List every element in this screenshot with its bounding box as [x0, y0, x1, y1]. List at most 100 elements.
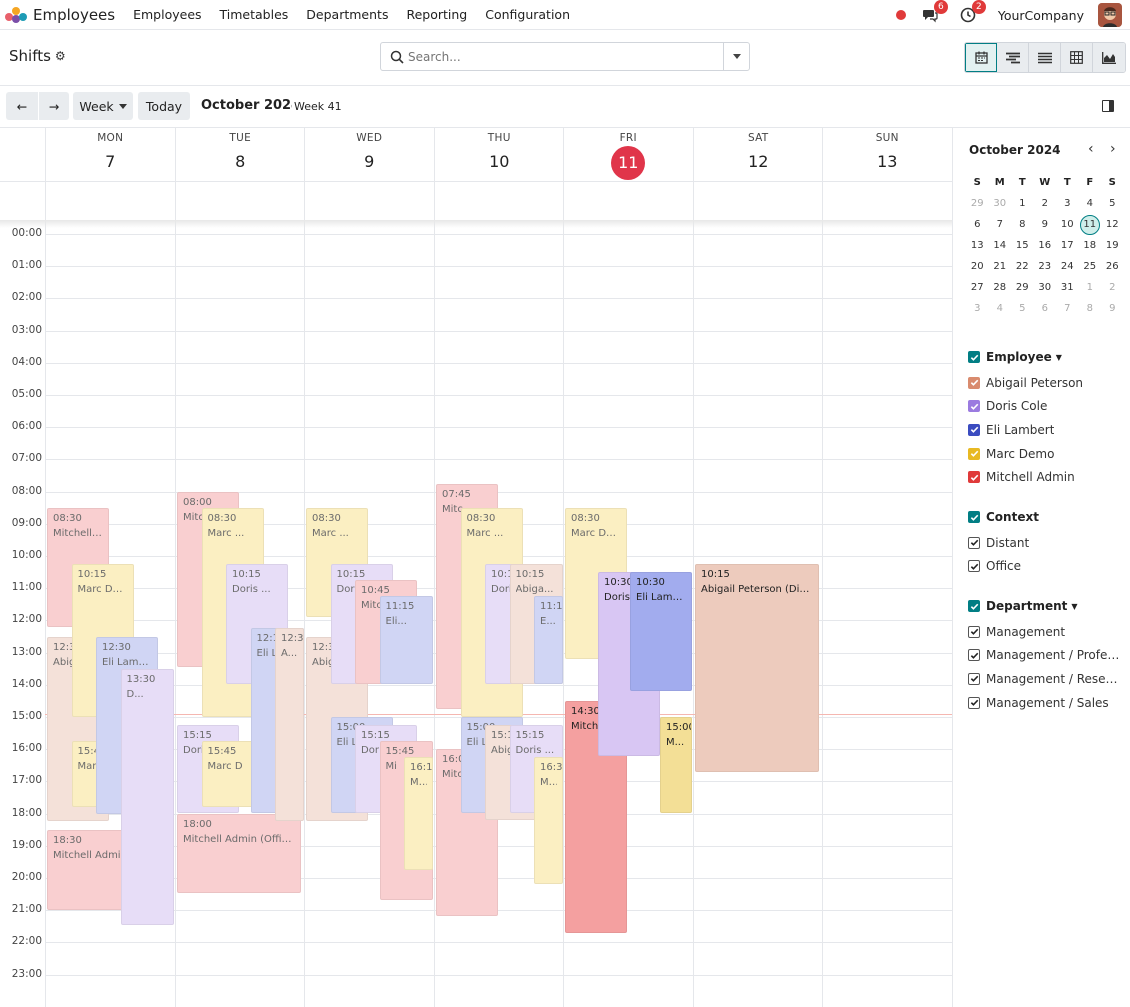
- menu-configuration[interactable]: Configuration: [485, 7, 570, 22]
- mini-calendar-day[interactable]: 15: [1011, 240, 1034, 251]
- search-options-toggle[interactable]: [723, 43, 749, 70]
- mini-calendar-day[interactable]: 29: [1011, 282, 1034, 293]
- mini-calendar-day[interactable]: 30: [989, 198, 1012, 209]
- search-input[interactable]: [404, 43, 723, 70]
- caret-down-icon[interactable]: ▼: [1071, 602, 1077, 611]
- filter-item[interactable]: Management / Profes...: [968, 644, 1128, 668]
- mini-calendar-prev-icon[interactable]: ‹: [1088, 141, 1094, 157]
- day-header[interactable]: SUN 13: [822, 128, 952, 220]
- checkbox-checked-icon[interactable]: [968, 423, 980, 436]
- view-list-button[interactable]: [1029, 43, 1061, 72]
- mini-calendar-day[interactable]: 10: [1056, 219, 1079, 230]
- week-calendar-grid[interactable]: MON 7 TUE 8 WED 9 THU 10 FRI 11 SAT 12 SUN 13 00:00 01:…: [0, 128, 953, 1007]
- filter-item[interactable]: Abigail Peterson: [968, 371, 1128, 395]
- chat-icon[interactable]: 6: [922, 0, 948, 23]
- mini-calendar-day[interactable]: 1: [1079, 282, 1102, 293]
- mini-calendar-day[interactable]: 3: [966, 303, 989, 314]
- day-header[interactable]: TUE 8: [175, 128, 305, 220]
- shift-event[interactable]: 11:15 E...: [534, 596, 563, 684]
- mini-calendar-day[interactable]: 6: [1034, 303, 1057, 314]
- activity-clock-icon[interactable]: 2: [960, 0, 986, 23]
- checkbox-checked-icon[interactable]: [968, 447, 980, 460]
- checkbox-checked-icon[interactable]: [968, 511, 980, 523]
- day-header[interactable]: SAT 12: [693, 128, 823, 220]
- filter-item[interactable]: Office: [968, 555, 1128, 579]
- mini-calendar-day[interactable]: 3: [1056, 198, 1079, 209]
- filter-section-header[interactable]: Department ▼: [968, 597, 1128, 615]
- scale-dropdown[interactable]: Week: [73, 92, 133, 120]
- checkbox-checked-icon[interactable]: [968, 600, 980, 612]
- shift-event[interactable]: 12:30 A...: [275, 628, 304, 821]
- checkbox-checked-icon[interactable]: [968, 471, 980, 484]
- checkbox-checked-icon[interactable]: [968, 560, 980, 573]
- mini-calendar-day[interactable]: 12: [1101, 219, 1124, 230]
- filter-item[interactable]: Management / Sales: [968, 691, 1128, 715]
- mini-calendar-day[interactable]: 9: [1034, 219, 1057, 230]
- shift-event[interactable]: 10:15 Abigail Peterson (Dist...: [695, 564, 819, 772]
- mini-calendar-day[interactable]: 23: [1034, 261, 1057, 272]
- status-dot-icon[interactable]: [895, 10, 906, 20]
- mini-calendar-day[interactable]: 24: [1056, 261, 1079, 272]
- mini-calendar-day[interactable]: 17: [1056, 240, 1079, 251]
- mini-calendar-day[interactable]: 9: [1101, 303, 1124, 314]
- caret-down-icon[interactable]: ▼: [1056, 353, 1062, 362]
- filter-item[interactable]: Mitchell Admin: [968, 465, 1128, 489]
- mini-calendar-day[interactable]: 30: [1034, 282, 1057, 293]
- next-period-button[interactable]: →: [39, 92, 69, 120]
- mini-calendar-day[interactable]: 5: [1011, 303, 1034, 314]
- mini-calendar-day[interactable]: 29: [966, 198, 989, 209]
- mini-calendar-day[interactable]: 6: [966, 219, 989, 230]
- checkbox-checked-icon[interactable]: [968, 625, 980, 638]
- mini-calendar-day[interactable]: 7: [1056, 303, 1079, 314]
- gear-icon[interactable]: ⚙: [55, 49, 66, 63]
- today-button[interactable]: Today: [138, 92, 190, 120]
- view-gantt-button[interactable]: [997, 43, 1029, 72]
- app-brand[interactable]: Employees: [5, 6, 133, 24]
- mini-calendar-day[interactable]: 1: [1011, 198, 1034, 209]
- mini-calendar-day[interactable]: 5: [1101, 198, 1124, 209]
- checkbox-checked-icon[interactable]: [968, 400, 980, 413]
- mini-calendar-day[interactable]: 8: [1079, 303, 1102, 314]
- checkbox-checked-icon[interactable]: [968, 536, 980, 549]
- mini-calendar-day[interactable]: 20: [966, 261, 989, 272]
- mini-calendar-day[interactable]: 14: [989, 240, 1012, 251]
- view-pivot-button[interactable]: [1061, 43, 1093, 72]
- filter-item[interactable]: Marc Demo: [968, 442, 1128, 466]
- view-calendar-button[interactable]: [965, 43, 997, 72]
- mini-calendar-day[interactable]: 13: [966, 240, 989, 251]
- day-header[interactable]: WED 9: [304, 128, 434, 220]
- filter-item[interactable]: Management / Resear...: [968, 667, 1128, 691]
- shift-event[interactable]: 15:00 M...: [660, 717, 692, 813]
- mini-calendar-day[interactable]: 26: [1101, 261, 1124, 272]
- shift-event[interactable]: 16:15 M...: [404, 757, 433, 870]
- menu-timetables[interactable]: Timetables: [220, 7, 289, 22]
- filter-item[interactable]: Management: [968, 620, 1128, 644]
- mini-calendar-day[interactable]: 4: [1079, 198, 1102, 209]
- day-header[interactable]: MON 7: [45, 128, 175, 220]
- mini-calendar-day[interactable]: 25: [1079, 261, 1102, 272]
- mini-calendar-day[interactable]: 16: [1034, 240, 1057, 251]
- mini-calendar-day[interactable]: 4: [989, 303, 1012, 314]
- mini-calendar-day[interactable]: 19: [1101, 240, 1124, 251]
- shift-event[interactable]: 13:30 D...: [120, 669, 174, 925]
- view-graph-button[interactable]: [1093, 43, 1125, 72]
- user-avatar[interactable]: [1098, 3, 1122, 27]
- mini-calendar-day[interactable]: 31: [1056, 282, 1079, 293]
- checkbox-checked-icon[interactable]: [968, 351, 980, 363]
- mini-calendar-day[interactable]: 18: [1079, 240, 1102, 251]
- previous-period-button[interactable]: ←: [6, 92, 38, 120]
- mini-calendar-day[interactable]: 22: [1011, 261, 1034, 272]
- mini-calendar-day[interactable]: 27: [966, 282, 989, 293]
- menu-departments[interactable]: Departments: [306, 7, 388, 22]
- menu-employees[interactable]: Employees: [133, 7, 201, 22]
- shift-event[interactable]: 18:00 Mitchell Admin (Office): [177, 814, 301, 893]
- mini-calendar-next-icon[interactable]: ›: [1110, 141, 1116, 157]
- menu-reporting[interactable]: Reporting: [406, 7, 467, 22]
- mini-calendar-day[interactable]: 7: [989, 219, 1012, 230]
- filter-section-header[interactable]: Context: [968, 508, 1128, 526]
- sidebar-toggle-icon[interactable]: [1102, 100, 1114, 112]
- company-switcher[interactable]: YourCompany: [998, 8, 1084, 23]
- mini-calendar-today[interactable]: 11: [1079, 214, 1102, 235]
- filter-item[interactable]: Eli Lambert: [968, 418, 1128, 442]
- mini-calendar-day[interactable]: 8: [1011, 219, 1034, 230]
